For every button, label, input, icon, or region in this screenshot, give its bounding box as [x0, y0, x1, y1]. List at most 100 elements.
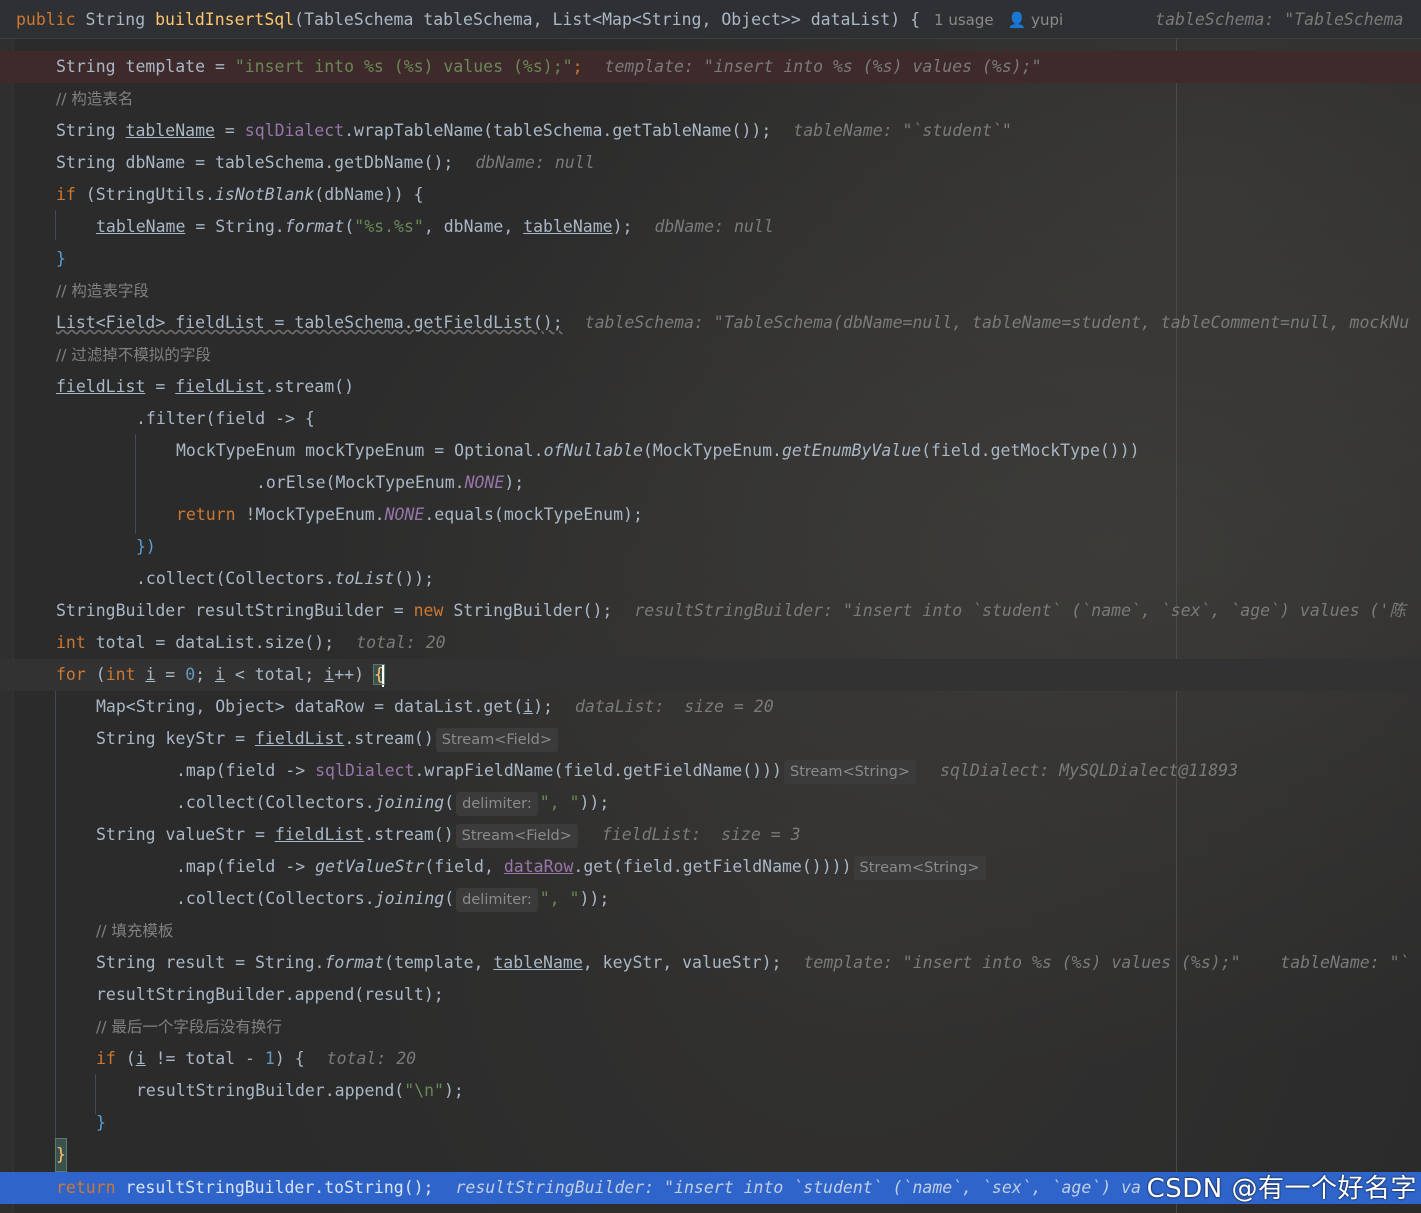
param-name-hint: delimiter:	[456, 887, 538, 912]
code-text: != total -	[145, 1049, 265, 1068]
type-hint-tag: Stream<Field>	[455, 823, 578, 848]
inline-debug-hint: template: "insert into %s (%s) values (%…	[604, 57, 1042, 76]
code-text: = String.	[185, 217, 285, 236]
brace: })	[136, 537, 156, 556]
code-text: String keyStr =	[96, 729, 255, 748]
current-code-line[interactable]: for (int i = 0; i < total; i++) {	[0, 659, 1421, 691]
inline-debug-hint: dbName: null	[654, 217, 774, 236]
code-text: String dbName = tableSchema.getDbName();	[56, 153, 454, 172]
code-line[interactable]: // 构造表名	[0, 83, 1421, 115]
code-line[interactable]: String tableName = sqlDialect.wrapTableN…	[0, 115, 1421, 147]
type-hint-tag: Stream<String>	[853, 855, 986, 880]
param-name-hint: delimiter:	[456, 791, 538, 816]
code-line[interactable]: .collect(Collectors.joining(delimiter: ",…	[0, 787, 1421, 819]
inline-debug-hint: tableName: "`student`"	[793, 121, 1012, 140]
inline-debug-hint: tableSchema: "TableSchema	[1155, 10, 1404, 29]
string-literal: ", "	[539, 793, 580, 812]
code-text: (	[444, 793, 455, 812]
static-method: joining	[374, 889, 445, 908]
code-line[interactable]: .collect(Collectors.toList());	[0, 563, 1421, 595]
code-line[interactable]: tableName = String.format("%s.%s", dbNam…	[0, 211, 1421, 243]
variable: i	[523, 697, 534, 716]
code-text: .stream()	[364, 825, 454, 844]
code-line[interactable]: // 最后一个字段后没有换行	[0, 1011, 1421, 1043]
author-info[interactable]: 👤 yupi	[1008, 11, 1064, 29]
keyword: new	[413, 601, 444, 620]
code-text: );	[443, 1081, 464, 1100]
code-line[interactable]: // 构造表字段	[0, 275, 1421, 307]
code-line[interactable]: resultStringBuilder.append("\n");	[0, 1075, 1421, 1107]
field-ref: sqlDialect	[315, 761, 415, 780]
inline-debug-hint: resultStringBuilder: "insert into `stude…	[634, 601, 1406, 620]
code-line[interactable]: .orElse(MockTypeEnum.NONE);	[0, 467, 1421, 499]
code-line[interactable]: .map(field -> getValueStr(field, dataRow…	[0, 851, 1421, 883]
matched-brace: }	[55, 1138, 67, 1172]
static-method: isNotBlank	[214, 185, 315, 204]
code-line[interactable]: String keyStr = fieldList.stream() Stream…	[0, 723, 1421, 755]
code-line[interactable]: // 填充模板	[0, 915, 1421, 947]
code-line[interactable]: if (i != total - 1) {total: 20	[0, 1043, 1421, 1075]
code-line[interactable]: int total = dataList.size(); total: 20	[0, 627, 1421, 659]
code-line[interactable]: String template = "insert into %s (%s) v…	[0, 51, 1421, 83]
keyword: if	[96, 1049, 116, 1068]
code-line[interactable]: .filter(field -> {	[0, 403, 1421, 435]
static-method: toList	[334, 569, 395, 588]
usage-count-link[interactable]: 1 usage	[934, 11, 994, 29]
code-text: StringBuilder();	[443, 601, 613, 620]
code-line[interactable]: List<Field> fieldList = tableSchema.getF…	[0, 307, 1421, 339]
inline-debug-hint: dbName: null	[475, 153, 595, 172]
code-text-warning: List<Field> fieldList = tableSchema.getF…	[56, 313, 563, 332]
code-line[interactable]: resultStringBuilder.append(result);	[0, 979, 1421, 1011]
variable: fieldList	[274, 825, 365, 844]
code-text: .stream()	[344, 729, 434, 748]
code-line[interactable]: .map(field -> sqlDialect.wrapFieldName(f…	[0, 755, 1421, 787]
variable: tableName	[125, 121, 215, 140]
code-text: =	[155, 665, 186, 684]
code-line[interactable]: })	[0, 531, 1421, 563]
code-line[interactable]: }	[0, 1138, 1421, 1172]
inline-debug-hint: total: 20	[326, 1049, 417, 1068]
code-line[interactable]: StringBuilder resultStringBuilder = new …	[0, 595, 1421, 627]
code-text: , keyStr, valueStr);	[582, 953, 782, 972]
code-text: .collect(Collectors.	[136, 569, 335, 588]
string-literal: "insert into %s (%s) values (%s);"	[234, 57, 573, 76]
code-text: String result = String.	[96, 953, 325, 972]
string-literal: ", "	[539, 889, 580, 908]
code-text: .orElse(MockTypeEnum.	[256, 473, 465, 492]
brace: }	[96, 1113, 106, 1132]
code-text: (StringUtils.	[75, 185, 215, 204]
sticky-method-header[interactable]: public String buildInsertSql(TableSchema…	[0, 0, 1421, 39]
type-hint-tag: Stream<Field>	[435, 727, 558, 752]
user-icon: 👤	[1007, 11, 1027, 29]
keyword: int	[105, 665, 136, 684]
code-line[interactable]: Map<String, Object> dataRow = dataList.g…	[0, 691, 1421, 723]
comment: // 最后一个字段后没有换行	[96, 1018, 282, 1036]
keyword: if	[56, 185, 76, 204]
code-line[interactable]: }	[0, 243, 1421, 275]
code-line[interactable]: }	[0, 1107, 1421, 1139]
code-text: .map(field ->	[176, 761, 316, 780]
code-line[interactable]: MockTypeEnum mockTypeEnum = Optional.ofN…	[0, 435, 1421, 467]
code-line[interactable]: String result = String.format(template, …	[0, 947, 1421, 979]
code-text: (field.getMockType()))	[921, 441, 1140, 460]
variable: tableName	[523, 217, 613, 236]
comment: // 构造表名	[56, 90, 134, 108]
variable: i	[215, 665, 225, 684]
string-literal: "%s.%s"	[354, 217, 424, 236]
code-line[interactable]: .collect(Collectors.joining(delimiter: ",…	[0, 883, 1421, 915]
code-line[interactable]: fieldList = fieldList.stream()	[0, 371, 1421, 403]
code-text: (dbName)) {	[314, 185, 424, 204]
code-text: ));	[579, 889, 610, 908]
code-text: (field,	[424, 857, 504, 876]
variable: fieldList	[56, 377, 146, 396]
code-editor[interactable]: public String buildInsertSql(TableSchema…	[0, 0, 1421, 1213]
code-text: (	[115, 1049, 136, 1068]
code-text: ;	[195, 665, 215, 684]
code-line[interactable]: return !MockTypeEnum.NONE.equals(mockTyp…	[0, 499, 1421, 531]
code-text: ());	[394, 569, 435, 588]
code-line[interactable]: String valueStr = fieldList.stream() Stre…	[0, 819, 1421, 851]
enum-constant: NONE	[464, 473, 505, 492]
code-line[interactable]: // 过滤掉不模拟的字段	[0, 339, 1421, 371]
code-line[interactable]: if (StringUtils.isNotBlank(dbName)) {	[0, 179, 1421, 211]
code-line[interactable]: String dbName = tableSchema.getDbName();…	[0, 147, 1421, 179]
